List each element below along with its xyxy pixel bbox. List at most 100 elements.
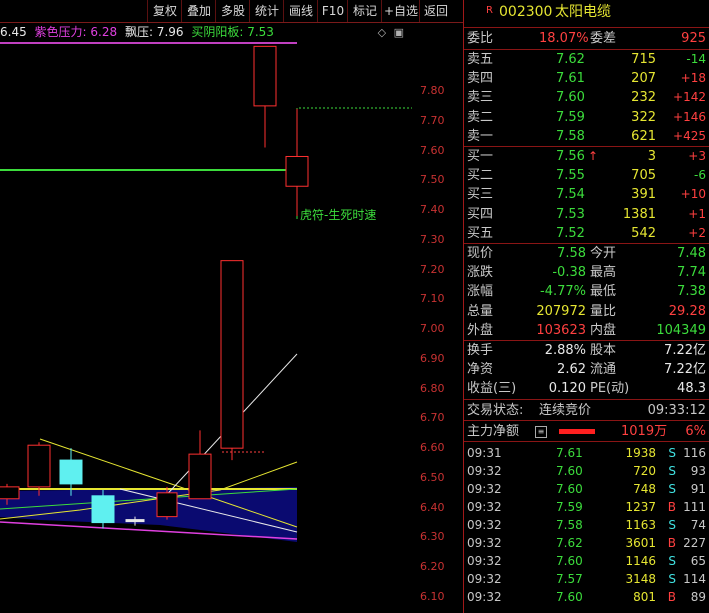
toolbar-button-3[interactable]: 统计: [249, 0, 284, 22]
stock-code: 002300: [499, 4, 553, 20]
tick-time: 09:32: [467, 464, 502, 478]
ask-level-label: 卖一: [467, 128, 494, 144]
tick-row[interactable]: 09:32 7.60 1146 S 65: [464, 552, 709, 570]
stat-label: 最高: [590, 265, 617, 281]
ask-level-label: 卖二: [467, 109, 494, 125]
list-icon[interactable]: ≡: [535, 426, 547, 438]
tick-row[interactable]: 09:32 7.60 720 S 93: [464, 462, 709, 480]
candlestick-chart[interactable]: 虎符-生死时速: [0, 42, 412, 613]
toolbar-button-6[interactable]: 标记: [347, 0, 382, 22]
ask-row[interactable]: 卖五 7.62 715 -14: [464, 50, 709, 69]
mainflow-value: 1019万: [621, 424, 668, 439]
candle-body[interactable]: [253, 45, 277, 107]
legend-float-pressure: 飘压: 7.96: [124, 25, 184, 39]
price-tick: 6.10: [420, 590, 445, 603]
bid-change: +10: [680, 187, 706, 202]
tick-count: 74: [690, 518, 706, 532]
tick-time: 09:32: [467, 554, 502, 568]
bid-row[interactable]: 买五 7.52 542 +2: [464, 224, 709, 243]
ask-change: +142: [673, 90, 706, 105]
stat-label: 量比: [590, 303, 617, 319]
stat-value: 0.120: [548, 381, 586, 397]
stat-label: 涨跌: [467, 265, 494, 281]
window-icon[interactable]: ▣: [394, 26, 404, 39]
stat-value: 7.22亿: [664, 362, 706, 378]
bid-row[interactable]: 买三 7.54 391 +10: [464, 185, 709, 204]
tick-count: 89: [690, 590, 706, 604]
candle-body[interactable]: [125, 519, 145, 523]
tick-volume: 1237: [625, 500, 656, 514]
tick-side: S: [668, 482, 676, 496]
bid-row[interactable]: 买二 7.55 705 -6: [464, 166, 709, 185]
price-tick: 6.90: [420, 351, 445, 365]
candle-body[interactable]: [91, 495, 115, 524]
tick-row[interactable]: 09:32 7.60 748 S 91: [464, 480, 709, 498]
tick-row[interactable]: 09:32 7.58 1163 S 74: [464, 516, 709, 534]
stat-value: 103623: [536, 322, 586, 338]
candle-body[interactable]: [188, 453, 212, 500]
toolbar-button-0[interactable]: 复权: [147, 0, 182, 22]
stock-name[interactable]: 太阳电缆: [555, 3, 611, 22]
indicator-legend: 6.45 紫色压力: 6.28 飘压: 7.96 买阴阳板: 7.53 ◇ ▣: [0, 23, 412, 42]
tick-count: 65: [690, 554, 706, 568]
up-arrow-icon: ↑: [588, 149, 599, 163]
ask-change: +18: [680, 71, 706, 86]
tick-price: 7.60: [556, 590, 583, 604]
diamond-icon[interactable]: ◇: [378, 26, 386, 39]
tick-price: 7.59: [556, 500, 583, 514]
ask-price: 7.62: [556, 52, 585, 67]
ask-volume: 207: [631, 71, 656, 87]
ask-price: 7.59: [556, 109, 585, 125]
candle-body[interactable]: [156, 492, 178, 518]
chart-annotation: 虎符-生死时速: [300, 207, 376, 222]
bid-volume: 1381: [622, 206, 656, 222]
ask-row[interactable]: 卖一 7.58 621 +425: [464, 127, 709, 146]
bid-volume: 542: [631, 225, 656, 241]
candle-body[interactable]: [0, 486, 20, 500]
candle-body[interactable]: [27, 444, 51, 488]
stat-row: 涨幅 -4.77% 最低 7.38: [464, 282, 709, 301]
candle-body[interactable]: [220, 260, 244, 449]
toolbar-button-7[interactable]: +自选: [381, 0, 420, 22]
tick-row[interactable]: 09:32 7.59 1237 B 111: [464, 498, 709, 516]
stock-header: R 002300 太阳电缆: [464, 3, 709, 23]
price-tick: 6.50: [420, 470, 445, 484]
tick-volume: 1146: [625, 554, 656, 568]
ask-row[interactable]: 卖四 7.61 207 +18: [464, 69, 709, 88]
tick-row[interactable]: 09:32 7.60 801 B 89: [464, 588, 709, 606]
share-stat-row: 净资 2.62 流通 7.22亿: [464, 360, 709, 379]
ask-level-label: 卖五: [467, 52, 494, 67]
toolbar-button-1[interactable]: 叠加: [181, 0, 216, 22]
tick-side: S: [668, 554, 676, 568]
toolbar-button-5[interactable]: F10: [317, 0, 348, 22]
tick-row[interactable]: 09:31 7.61 1938 S 116: [464, 444, 709, 462]
tick-side: S: [668, 518, 676, 532]
ask-row[interactable]: 卖二 7.59 322 +146: [464, 108, 709, 127]
stat-value: 7.58: [557, 246, 586, 261]
bid-change: +3: [688, 149, 706, 163]
tick-price: 7.62: [556, 536, 583, 550]
bid-row[interactable]: 买一 7.56 ↑ 3 +3: [464, 147, 709, 166]
price-tick: 7.40: [420, 203, 445, 217]
tick-row[interactable]: 09:32 7.62 3601 B 227: [464, 534, 709, 552]
status-time: 09:33:12: [647, 403, 706, 418]
status-value: 连续竞价: [539, 403, 592, 418]
ask-row[interactable]: 卖三 7.60 232 +142: [464, 88, 709, 107]
stat-label: 总量: [467, 303, 494, 319]
toolbar-button-4[interactable]: 画线: [283, 0, 318, 22]
trade-status-row: 交易状态: 连续竞价 09:33:12: [464, 401, 709, 420]
chart-corner-icons: ◇ ▣: [378, 23, 408, 42]
bid-price: 7.52: [556, 225, 585, 241]
candle-body[interactable]: [59, 459, 83, 485]
tick-volume: 1163: [625, 518, 656, 532]
tick-row[interactable]: 09:32 7.57 3148 S 114: [464, 570, 709, 588]
tick-time: 09:32: [467, 500, 502, 514]
bid-volume: 3: [647, 149, 656, 164]
toolbar-button-2[interactable]: 多股: [215, 0, 250, 22]
candle-body[interactable]: [285, 155, 309, 187]
price-tick: 6.70: [420, 411, 445, 425]
bid-row[interactable]: 买四 7.53 1381 +1: [464, 205, 709, 224]
tick-time: 09:32: [467, 482, 502, 496]
toolbar-button-8[interactable]: 返回: [419, 0, 452, 22]
main-flow-row[interactable]: 主力净额 ≡ 1019万 6%: [464, 422, 709, 441]
